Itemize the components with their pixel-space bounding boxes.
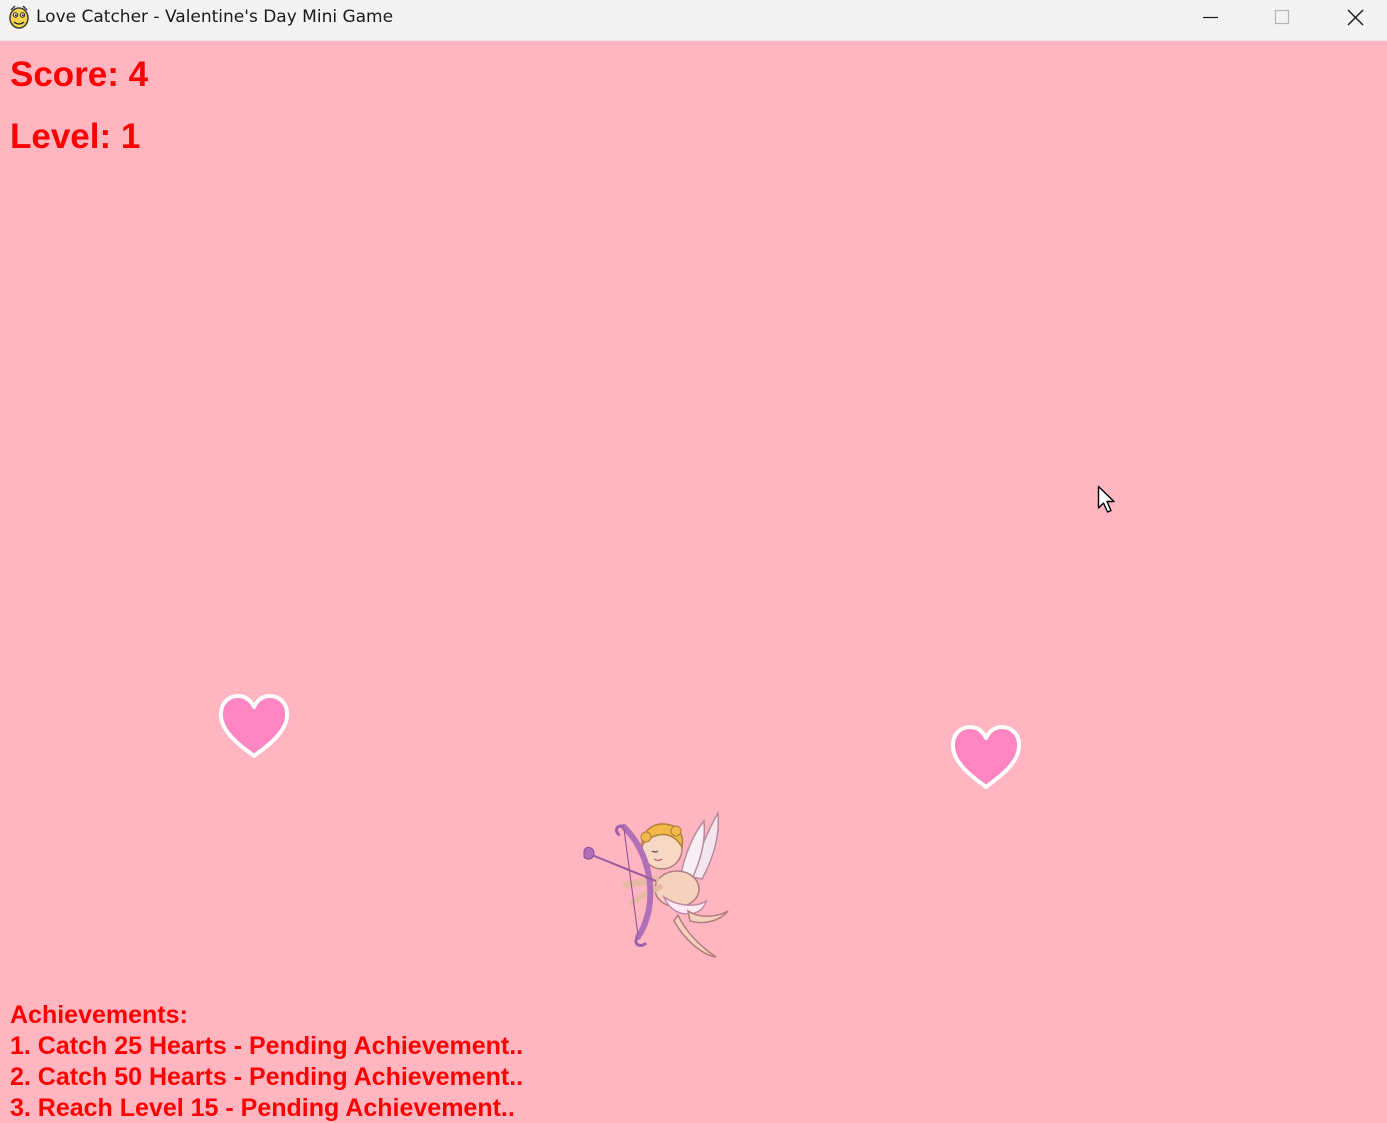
falling-heart xyxy=(218,693,290,761)
game-canvas[interactable]: Score: 4 Level: 1 Achievements: 1. Catch… xyxy=(0,41,1387,1123)
title-bar[interactable]: Love Catcher - Valentine's Day Mini Game xyxy=(0,0,1387,41)
heart-icon xyxy=(218,694,290,758)
achievement-item: 1. Catch 25 Hearts - Pending Achievement… xyxy=(10,1032,524,1060)
app-window: Love Catcher - Valentine's Day Mini Game… xyxy=(0,0,1387,1123)
cupid-icon xyxy=(583,810,729,958)
maximize-button[interactable] xyxy=(1247,0,1317,40)
player-cupid[interactable] xyxy=(580,807,730,962)
achievement-item: 3. Reach Level 15 - Pending Achievement.… xyxy=(10,1094,515,1122)
close-icon xyxy=(1347,9,1364,26)
maximize-icon xyxy=(1274,9,1290,25)
minimize-icon xyxy=(1203,16,1218,19)
minimize-button[interactable] xyxy=(1175,0,1245,40)
score-display: Score: 4 xyxy=(10,55,149,94)
achievements-heading: Achievements: xyxy=(10,1001,188,1029)
heart-icon xyxy=(950,725,1022,789)
pygame-snake-icon xyxy=(7,4,31,30)
level-display: Level: 1 xyxy=(10,117,141,156)
mouse-pointer-icon xyxy=(1097,485,1119,515)
falling-heart xyxy=(950,724,1022,792)
achievements-panel: Achievements: 1. Catch 25 Hearts - Pendi… xyxy=(10,1000,523,1123)
achievement-item: 2. Catch 50 Hearts - Pending Achievement… xyxy=(10,1063,524,1091)
window-title: Love Catcher - Valentine's Day Mini Game xyxy=(36,7,394,27)
close-button[interactable] xyxy=(1319,0,1387,40)
